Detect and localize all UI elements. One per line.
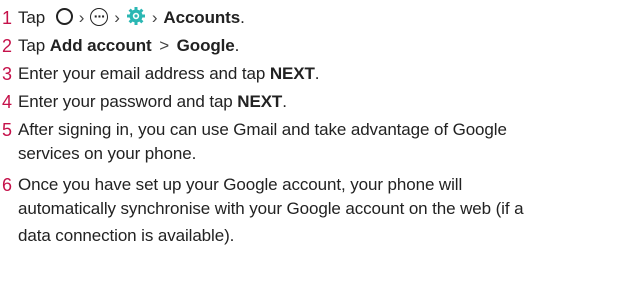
- home-button-icon: [55, 8, 73, 26]
- step-number: 2: [2, 36, 13, 56]
- step-text: Enter your email address and tap: [18, 64, 266, 83]
- step-text-line: services on your phone.: [18, 144, 197, 163]
- instructions-document: 1 Tap ›› ›Accounts. 2: [0, 0, 643, 285]
- step-text-line: Once you have set up your Google account…: [18, 175, 463, 194]
- next-label: NEXT: [269, 64, 315, 83]
- accounts-label: Accounts: [163, 8, 241, 27]
- step-text-line: data connection is available).: [18, 226, 235, 245]
- step-text: Tap: [18, 36, 46, 55]
- step-text: Tap: [18, 8, 46, 27]
- step-number: 6: [2, 175, 13, 195]
- step-number: 4: [2, 92, 13, 112]
- apps-icon: [90, 6, 109, 26]
- next-label: NEXT: [237, 92, 283, 111]
- step-number: 1: [2, 8, 13, 28]
- step-number: 3: [2, 64, 13, 84]
- step-text-line: automatically synchronise with your Goog…: [18, 199, 524, 218]
- step-text-line: After signing in, you can use Gmail and …: [18, 120, 507, 139]
- google-label: Google: [176, 36, 235, 55]
- step-number: 5: [2, 120, 13, 140]
- add-account-label: Add account: [49, 36, 152, 55]
- settings-gear-icon: [126, 6, 145, 25]
- step-text: Enter your password and tap: [18, 92, 233, 111]
